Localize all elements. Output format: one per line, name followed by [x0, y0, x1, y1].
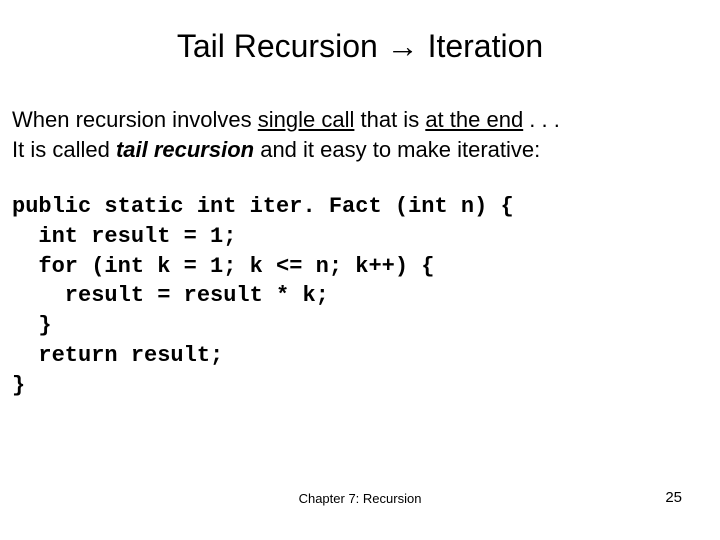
- slide: Tail Recursion → Iteration When recursio…: [0, 0, 720, 540]
- text-fragment: When recursion involves: [12, 107, 258, 132]
- footer-text: Chapter 7: Recursion: [0, 491, 720, 506]
- code-line: int result = 1;: [12, 222, 708, 252]
- code-block: public static int iter. Fact (int n) { i…: [12, 192, 708, 400]
- code-line: }: [12, 371, 708, 401]
- page-number: 25: [665, 489, 682, 506]
- text-fragment: and it easy to make iterative:: [254, 137, 540, 162]
- code-line: return result;: [12, 341, 708, 371]
- code-line: result = result * k;: [12, 281, 708, 311]
- body-paragraph: When recursion involves single call that…: [12, 105, 708, 164]
- text-underline-at-the-end: at the end: [425, 107, 523, 132]
- code-line: public static int iter. Fact (int n) {: [12, 192, 708, 222]
- page-title: Tail Recursion → Iteration: [12, 28, 708, 65]
- text-fragment: that is: [354, 107, 425, 132]
- text-underline-single-call: single call: [258, 107, 355, 132]
- text-fragment: . . .: [523, 107, 560, 132]
- text-fragment: It is called: [12, 137, 116, 162]
- text-emphasis-tail-recursion: tail recursion: [116, 137, 254, 162]
- code-line: }: [12, 311, 708, 341]
- code-line: for (int k = 1; k <= n; k++) {: [12, 252, 708, 282]
